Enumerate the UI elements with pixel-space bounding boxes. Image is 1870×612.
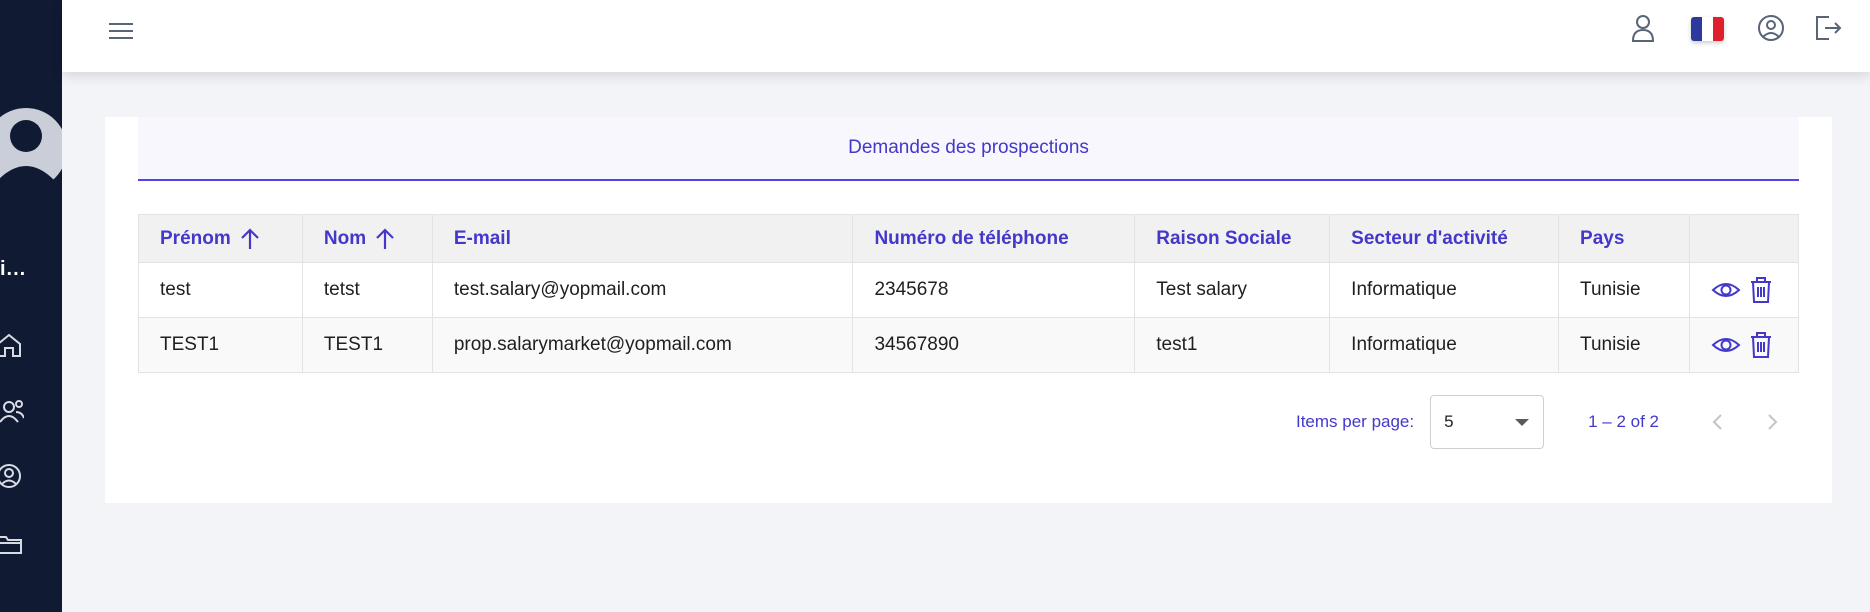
- chevron-right-icon: [1768, 414, 1778, 430]
- delete-trash-icon[interactable]: [1746, 330, 1776, 360]
- account-circle-icon[interactable]: [1755, 12, 1787, 44]
- view-eye-icon[interactable]: [1711, 275, 1741, 305]
- sidebar: i...: [0, 0, 62, 612]
- cell-raison-sociale: Test salary: [1134, 262, 1331, 318]
- top-bar: [62, 0, 1870, 72]
- paginator: Items per page: 5 1 – 2 of 2: [1296, 394, 1799, 450]
- column-header-actions: [1688, 214, 1800, 263]
- dropdown-caret-icon: [1515, 419, 1530, 426]
- cell-email: prop.salarymarket@yopmail.com: [431, 317, 854, 373]
- cell-secteur: Informatique: [1329, 317, 1560, 373]
- previous-page-button[interactable]: [1691, 395, 1745, 449]
- cell-secteur: Informatique: [1329, 262, 1560, 318]
- cell-nom: tetst: [301, 262, 433, 318]
- table-row: test tetst test.salary@yopmail.com 23456…: [138, 262, 1800, 318]
- column-header-email[interactable]: E-mail: [431, 214, 854, 263]
- page-size-value: 5: [1444, 412, 1454, 431]
- chevron-left-icon: [1712, 414, 1722, 430]
- prospections-table: Prénom Nom E-mail Numéro de téléphone Ra…: [138, 214, 1800, 373]
- cell-nom: TEST1: [301, 317, 433, 373]
- users-icon[interactable]: [0, 396, 24, 426]
- cell-pays: Tunisie: [1558, 262, 1690, 318]
- user-icon[interactable]: [1627, 12, 1659, 44]
- cell-prenom: TEST1: [138, 317, 303, 373]
- cell-email: test.salary@yopmail.com: [431, 262, 854, 318]
- items-per-page-label: Items per page:: [1295, 412, 1415, 431]
- column-header-nom[interactable]: Nom: [301, 214, 433, 263]
- menu-icon[interactable]: [106, 16, 136, 46]
- column-header-raison-sociale[interactable]: Raison Sociale: [1134, 214, 1331, 263]
- next-page-button[interactable]: [1745, 395, 1799, 449]
- cell-telephone: 2345678: [852, 262, 1136, 318]
- cell-actions: [1688, 262, 1800, 318]
- home-icon[interactable]: [0, 330, 24, 360]
- sidebar-user-name: i...: [0, 258, 27, 280]
- column-header-telephone[interactable]: Numéro de téléphone: [852, 214, 1136, 263]
- column-header-prenom[interactable]: Prénom: [138, 214, 303, 263]
- column-header-secteur[interactable]: Secteur d'activité: [1329, 214, 1560, 263]
- cell-actions: [1688, 317, 1800, 373]
- cell-pays: Tunisie: [1558, 317, 1690, 373]
- page-title: Demandes des prospections: [848, 137, 1089, 158]
- flag-fr-icon[interactable]: [1691, 17, 1724, 41]
- logout-icon[interactable]: [1811, 12, 1843, 44]
- delete-trash-icon[interactable]: [1746, 275, 1776, 305]
- column-header-pays[interactable]: Pays: [1558, 214, 1690, 263]
- view-eye-icon[interactable]: [1711, 330, 1741, 360]
- cell-raison-sociale: test1: [1134, 317, 1331, 373]
- cell-prenom: test: [138, 262, 303, 318]
- table-header-row: Prénom Nom E-mail Numéro de téléphone Ra…: [138, 214, 1800, 263]
- page-size-select[interactable]: 5: [1430, 395, 1545, 449]
- cell-telephone: 34567890: [852, 317, 1136, 373]
- folder-icon[interactable]: [0, 528, 24, 558]
- avatar-icon[interactable]: [0, 94, 62, 204]
- range-label: 1 – 2 of 2: [1588, 412, 1659, 431]
- card-header: Demandes des prospections: [138, 117, 1799, 181]
- sort-arrow-up-icon[interactable]: [374, 227, 396, 251]
- table-row: TEST1 TEST1 prop.salarymarket@yopmail.co…: [138, 317, 1800, 373]
- prospections-card: Demandes des prospections Prénom Nom E-m…: [105, 117, 1832, 503]
- user-circle-icon[interactable]: [0, 461, 24, 491]
- sort-arrow-up-icon[interactable]: [239, 227, 261, 251]
